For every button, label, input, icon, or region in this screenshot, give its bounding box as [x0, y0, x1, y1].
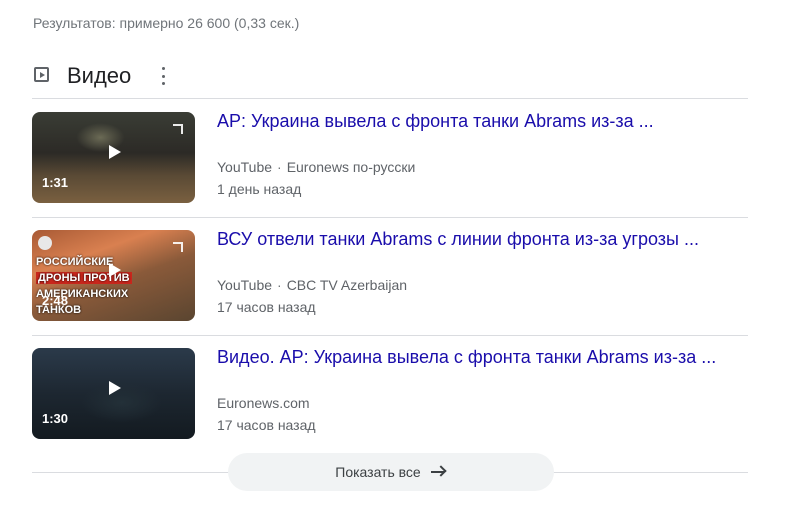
expand-icon	[173, 124, 183, 134]
show-all-button[interactable]: Показать все	[228, 453, 554, 491]
video-duration: 2:48	[42, 293, 69, 308]
video-result: 1:30 Видео. AP: Украина вывела с фронта …	[32, 335, 748, 453]
video-source: Euronews.com	[217, 395, 310, 411]
video-time: 1 день назад	[217, 181, 302, 197]
video-result: Российские дроны против американских тан…	[32, 217, 748, 336]
channel-logo-icon	[38, 236, 52, 250]
video-title-link[interactable]: AP: Украина вывела с фронта танки Abrams…	[217, 111, 654, 132]
expand-icon	[173, 242, 183, 252]
video-thumbnail[interactable]: 1:31	[32, 112, 195, 203]
video-source: YouTube · Euronews по-русски	[217, 159, 416, 175]
video-thumbnail[interactable]: 1:30	[32, 348, 195, 439]
video-duration: 1:31	[42, 175, 69, 190]
video-thumbnail[interactable]: Российские дроны против американских тан…	[32, 230, 195, 321]
play-icon	[109, 263, 121, 277]
video-duration: 1:30	[42, 411, 69, 426]
videos-section-header: Видео	[32, 62, 748, 99]
section-title: Видео	[67, 63, 132, 88]
video-title-link[interactable]: ВСУ отвели танки Abrams с линии фронта и…	[217, 229, 699, 250]
video-platform: YouTube	[217, 159, 273, 175]
video-title-link[interactable]: Видео. AP: Украина вывела с фронта танки…	[217, 347, 716, 368]
play-icon	[109, 381, 121, 395]
video-channel: Euronews по-русски	[286, 159, 416, 175]
play-icon	[109, 145, 121, 159]
video-platform: YouTube	[217, 277, 273, 293]
video-channel: CBC TV Azerbaijan	[286, 277, 408, 293]
more-options-icon[interactable]	[158, 67, 168, 85]
video-result: 1:31 AP: Украина вывела с фронта танки A…	[32, 99, 748, 218]
arrow-right-icon	[430, 466, 447, 478]
video-time: 17 часов назад	[217, 417, 316, 433]
video-time: 17 часов назад	[217, 299, 316, 315]
video-source: YouTube · CBC TV Azerbaijan	[217, 277, 408, 293]
video-platform: Euronews.com	[217, 395, 310, 411]
video-play-icon	[34, 67, 49, 82]
result-stats: Результатов: примерно 26 600 (0,33 сек.)	[33, 15, 300, 31]
show-all-label: Показать все	[335, 464, 421, 480]
